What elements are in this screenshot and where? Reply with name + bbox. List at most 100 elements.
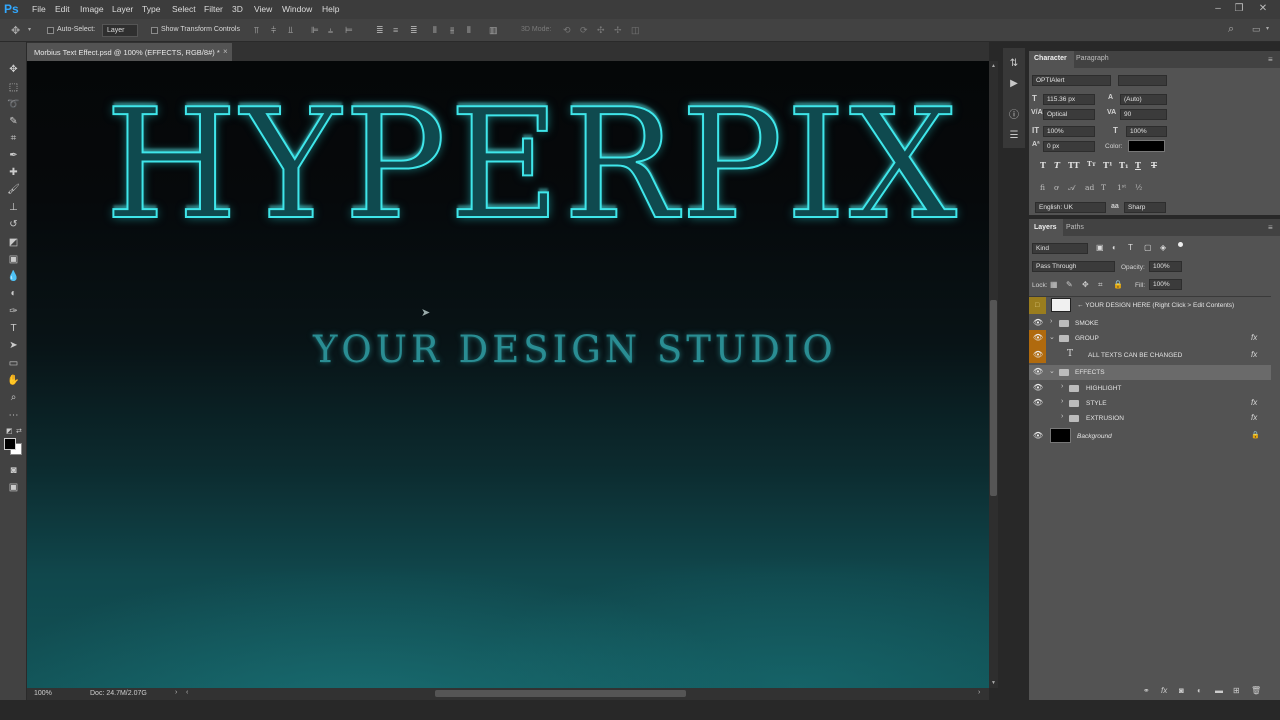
workspace-icon[interactable]: ▭ xyxy=(1252,24,1261,35)
ordinals-icon[interactable]: 1ˢᵗ xyxy=(1117,183,1126,192)
lock-all-icon[interactable]: 🔒 xyxy=(1113,280,1123,289)
history-brush-tool-icon[interactable]: ↺ xyxy=(5,217,22,232)
opacity-field[interactable]: 100% xyxy=(1149,261,1182,272)
collapse-chevron-icon[interactable]: ⌄ xyxy=(1049,367,1055,375)
scroll-right-icon[interactable]: › xyxy=(978,689,980,696)
language-field[interactable]: English: UK xyxy=(1035,202,1106,213)
3d-roll-icon[interactable]: ⟳ xyxy=(580,25,588,36)
screen-mode-icon[interactable]: ▣ xyxy=(5,480,22,495)
layer-row-highlight[interactable] xyxy=(1029,381,1271,397)
eye-icon[interactable]: 👁 xyxy=(1032,349,1044,361)
menu-view[interactable]: View xyxy=(254,4,272,14)
layer-effects-icon[interactable]: fx xyxy=(1251,350,1257,359)
faux-bold-icon[interactable]: T xyxy=(1040,160,1046,170)
menu-type[interactable]: Type xyxy=(142,4,160,14)
eye-icon[interactable]: 👁 xyxy=(1032,382,1044,394)
underline-icon[interactable]: T xyxy=(1135,160,1141,170)
zoom-tool-icon[interactable]: ⌕ xyxy=(5,390,22,405)
eye-icon[interactable]: 👁 xyxy=(1032,317,1044,329)
stamp-tool-icon[interactable]: ⊥ xyxy=(5,200,22,215)
menu-filter[interactable]: Filter xyxy=(204,4,223,14)
all-caps-icon[interactable]: TT xyxy=(1068,160,1080,170)
font-family-field[interactable]: OPTIAlert xyxy=(1032,75,1111,86)
old-style-icon[interactable]: ơ xyxy=(1054,183,1059,192)
superscript-icon[interactable]: T¹ xyxy=(1103,160,1112,170)
layer-row-style[interactable] xyxy=(1029,396,1271,412)
layer-row-extrusion[interactable] xyxy=(1029,411,1271,427)
fractions-icon[interactable]: ½ xyxy=(1135,183,1142,192)
align-right-icon[interactable]: ⊨ xyxy=(345,25,353,36)
collapse-chevron-icon[interactable]: ⌄ xyxy=(1049,333,1055,341)
menu-window[interactable]: Window xyxy=(282,4,312,14)
menu-select[interactable]: Select xyxy=(172,4,196,14)
stylistic-alt-icon[interactable]: ad xyxy=(1085,183,1094,192)
history-panel-icon[interactable]: ⇅ xyxy=(1007,58,1021,72)
filter-kind-field[interactable]: Kind xyxy=(1032,243,1088,254)
horizontal-scroll-thumb[interactable] xyxy=(435,690,686,697)
layers-menu-icon[interactable]: ≡ xyxy=(1268,223,1273,232)
dodge-tool-icon[interactable]: ◐ xyxy=(5,286,22,301)
filter-shape-icon[interactable]: ▢ xyxy=(1144,243,1152,252)
minimize-icon[interactable]: – xyxy=(1209,2,1227,16)
marquee-tool-icon[interactable]: ⬚ xyxy=(5,80,22,95)
more-tools-icon[interactable]: ⋯ xyxy=(5,408,22,423)
distribute-center-icon[interactable]: ⫵ xyxy=(450,25,454,36)
expand-chevron-icon[interactable]: › xyxy=(1061,413,1063,420)
auto-select-dropdown[interactable]: Layer xyxy=(102,24,138,37)
eraser-tool-icon[interactable]: ◩ xyxy=(5,235,22,250)
new-layer-icon[interactable]: ⊞ xyxy=(1233,686,1240,695)
filter-smart-object-icon[interactable]: ◈ xyxy=(1160,243,1166,252)
menu-file[interactable]: File xyxy=(32,4,46,14)
healing-tool-icon[interactable]: ✚ xyxy=(5,165,22,180)
text-color-swatch[interactable] xyxy=(1128,140,1165,152)
path-select-tool-icon[interactable]: ➤ xyxy=(5,338,22,353)
align-bottom-icon[interactable]: ⫫ xyxy=(288,25,293,36)
distribute-top-icon[interactable]: ≣ xyxy=(376,25,384,36)
transform-controls-checkbox[interactable] xyxy=(151,27,158,34)
strikethrough-icon[interactable]: T xyxy=(1151,160,1157,170)
lasso-tool-icon[interactable]: ➰ xyxy=(5,97,22,112)
blend-mode-field[interactable]: Pass Through xyxy=(1032,261,1115,272)
eye-icon[interactable]: 👁 xyxy=(1032,430,1044,442)
actions-play-icon[interactable]: ▶ xyxy=(1007,78,1021,92)
align-center-icon[interactable]: ⫨ xyxy=(328,25,333,36)
tab-paragraph[interactable]: Paragraph xyxy=(1076,55,1109,62)
move-tool-icon[interactable]: ✥ xyxy=(5,62,22,77)
distribute-middle-icon[interactable]: ≡ xyxy=(393,25,398,35)
align-top-icon[interactable]: ⫪ xyxy=(254,25,259,36)
hand-tool-icon[interactable]: ✋ xyxy=(5,373,22,388)
auto-select-checkbox[interactable] xyxy=(47,27,54,34)
lock-transparent-icon[interactable]: ▦ xyxy=(1050,280,1058,289)
gradient-tool-icon[interactable]: ▣ xyxy=(5,252,22,267)
swap-colors-icon[interactable]: ⇄ xyxy=(16,427,22,435)
layer-effects-icon[interactable]: fx xyxy=(1251,333,1257,342)
font-size-field[interactable]: 115.36 px xyxy=(1043,94,1095,105)
panel-menu-icon[interactable]: ≡ xyxy=(1268,55,1273,64)
close-tab-icon[interactable]: × xyxy=(223,47,228,56)
baseline-shift-field[interactable]: 0 px xyxy=(1043,141,1095,152)
eyedropper-tool-icon[interactable]: ✒ xyxy=(5,148,22,163)
filter-toggle-icon[interactable] xyxy=(1178,242,1183,247)
add-style-icon[interactable]: fx xyxy=(1161,686,1167,695)
menu-image[interactable]: Image xyxy=(80,4,104,14)
tab-character[interactable]: Character xyxy=(1034,55,1067,62)
ligature-icon[interactable]: ﬁ xyxy=(1040,183,1045,192)
expand-chevron-icon[interactable]: › xyxy=(1050,318,1052,325)
expand-chevron-icon[interactable]: › xyxy=(1061,383,1063,390)
menu-help[interactable]: Help xyxy=(322,4,339,14)
eye-icon[interactable]: 👁 xyxy=(1032,397,1044,409)
crop-tool-icon[interactable]: ⌗ xyxy=(5,131,22,146)
info-panel-icon[interactable]: ⓘ xyxy=(1007,106,1021,121)
shape-tool-icon[interactable]: ▭ xyxy=(5,356,22,371)
chevron-down-icon[interactable]: ▾ xyxy=(28,26,31,33)
leading-field[interactable]: (Auto) xyxy=(1120,94,1167,105)
new-group-icon[interactable]: ▬ xyxy=(1215,686,1223,695)
eye-icon[interactable]: 👁 xyxy=(1032,366,1044,378)
eye-icon[interactable]: 👁 xyxy=(1032,332,1044,344)
workspace-chevron-icon[interactable]: ▾ xyxy=(1266,25,1269,32)
scroll-down-icon[interactable]: ▼ xyxy=(991,680,996,686)
layer-effects-icon[interactable]: fx xyxy=(1251,413,1257,422)
filter-pixel-icon[interactable]: ▣ xyxy=(1096,243,1104,252)
default-colors-icon[interactable]: ◩ xyxy=(6,427,13,435)
kerning-field[interactable]: Optical xyxy=(1043,109,1095,120)
